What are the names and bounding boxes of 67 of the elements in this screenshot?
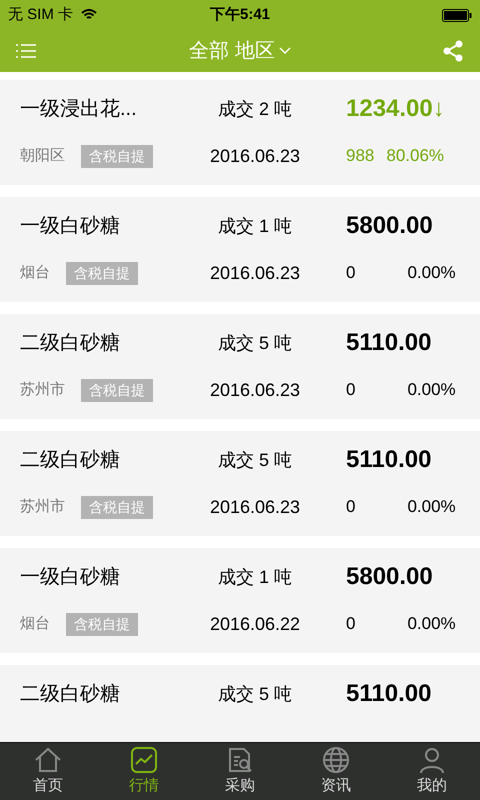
change-percent: 0.00% [406,496,456,518]
price: 5110.00 [345,445,432,475]
price: 5800.00 [345,562,433,592]
globe-icon [322,746,350,774]
listing-card[interactable]: 一级浸出花... 成交 2 吨 1234.00↓ 朝阳区 含税自提 2016.06.23 988 80.06% [0,80,480,185]
tax-tag: 含税自提 [66,612,138,636]
region-text: 苏州市 [20,496,65,517]
deal-quantity: 成交 5 吨 [216,332,293,354]
chevron-down-icon [278,47,291,55]
price: 1234.00↓ [345,94,445,124]
change-percent: 0.00% [406,379,456,402]
menu-icon [16,43,36,59]
price: 5800.00 [345,211,433,241]
product-name: 一级浸出花... [20,97,138,122]
person-icon [418,746,446,774]
date-text: 2016.06.22 [208,612,302,636]
product-name: 二级白砂糖 [20,331,121,356]
chart-icon [130,746,158,774]
product-name: 二级白砂糖 [20,682,121,707]
change-value: 0 [346,262,356,284]
tab-bar-item[interactable]: 我的 [384,743,480,800]
product-name: 一级白砂糖 [20,565,121,590]
change-value: 0 [346,613,356,636]
share-button[interactable] [442,40,464,62]
battery-icon [442,8,472,22]
change-percent: 80.06% [386,145,444,168]
listing-card[interactable]: 二级白砂糖 成交 5 吨 5110.00 苏州市 含税自提 2016.06.23 0 0.00% [0,314,480,419]
date-text: 2016.06.23 [208,378,302,402]
share-icon [442,40,464,62]
change-percent: 0.00% [406,613,456,636]
region-text: 烟台 [20,614,50,634]
region-text: 烟台 [20,262,50,283]
deal-quantity: 成交 5 吨 [216,682,293,706]
document-search-icon [226,746,254,774]
listing-card[interactable]: 二级白砂糖 成交 5 吨 5110.00 [0,665,480,742]
carrier-text: 无 SIM 卡 [8,4,74,25]
house-icon [33,746,63,774]
tab-bar-item[interactable]: 首页 [0,743,96,800]
tax-tag: 含税自提 [81,378,153,402]
listing-card[interactable]: 一级白砂糖 成交 1 吨 5800.00 烟台 含税自提 2016.06.23 0 0.00% [0,197,480,302]
product-name: 二级白砂糖 [20,448,121,473]
price: 5110.00 [345,679,432,709]
tab-bar-item[interactable]: 行情 [96,743,192,800]
tab-bar-item[interactable]: 采购 [192,743,288,800]
date-text: 2016.06.23 [208,144,302,168]
deal-quantity: 成交 1 吨 [216,566,293,588]
region-text: 苏州市 [20,380,65,400]
change-value: 988 [346,145,374,168]
deal-quantity: 成交 2 吨 [216,98,293,120]
deal-quantity: 成交 1 吨 [216,214,293,238]
region-text: 朝阳区 [20,146,65,166]
price: 5110.00 [345,328,432,358]
tab-bar-item[interactable]: 资讯 [288,743,384,800]
change-value: 0 [346,379,356,402]
change-value: 0 [346,496,356,518]
tax-tag: 含税自提 [81,496,153,518]
tax-tag: 含税自提 [81,144,153,168]
listing-card[interactable]: 一级白砂糖 成交 1 吨 5800.00 烟台 含税自提 2016.06.22 0 0.00% [0,548,480,653]
deal-quantity: 成交 5 吨 [216,448,293,472]
tax-tag: 含税自提 [66,262,138,284]
clock-text: 下午5:41 [210,4,270,25]
date-text: 2016.06.23 [208,262,302,284]
listing-card[interactable]: 二级白砂糖 成交 5 吨 5110.00 苏州市 含税自提 2016.06.23 0 0.00% [0,431,480,536]
change-percent: 0.00% [406,262,456,284]
product-name: 一级白砂糖 [20,214,121,239]
date-text: 2016.06.23 [208,496,302,518]
wifi-icon [81,9,98,21]
